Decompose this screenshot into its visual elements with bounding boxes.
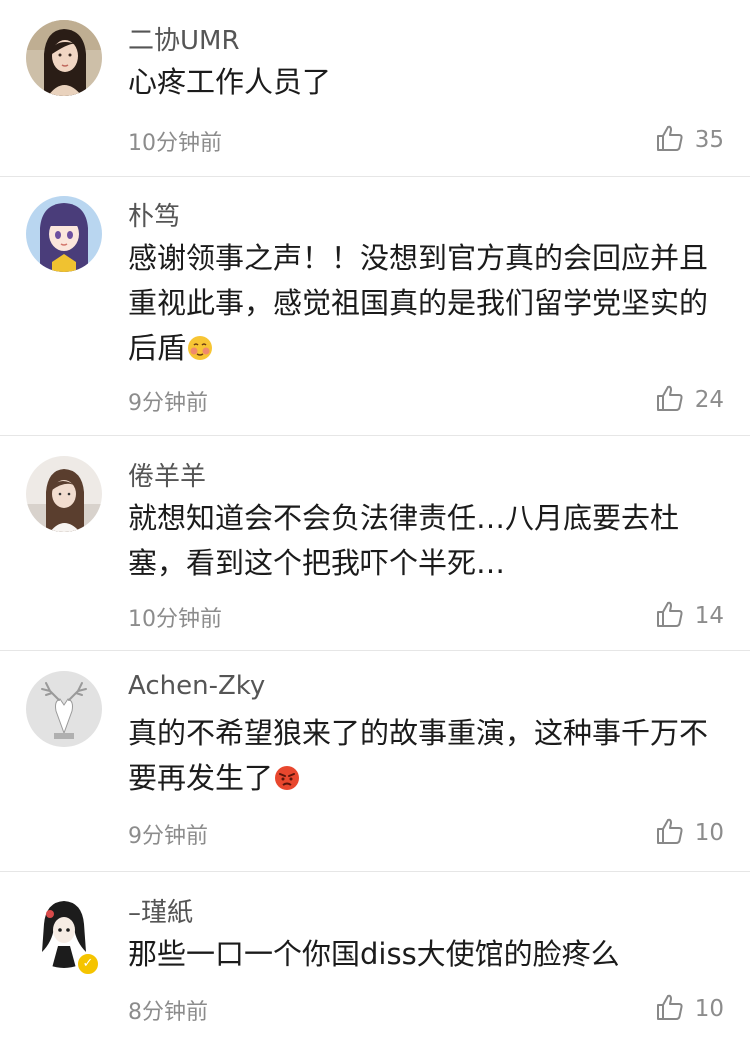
avatar[interactable]: [26, 196, 102, 272]
avatar[interactable]: [26, 456, 102, 532]
like-button[interactable]: 10: [655, 816, 724, 850]
comment-item: ✓ –瑾紙 那些一口一个你国diss大使馆的脸疼么 8分钟前 10: [0, 872, 750, 1048]
angry-emoji: [273, 760, 301, 805]
thumbs-up-icon: [655, 383, 685, 417]
comment-text-content: 感谢领事之声！！没想到官方真的会回应并且重视此事，感觉祖国真的是我们留学党坚实的…: [128, 241, 709, 365]
username[interactable]: 倦羊羊: [128, 456, 206, 493]
like-count: 10: [694, 820, 724, 846]
thumbs-up-icon: [655, 816, 685, 850]
like-count: 24: [694, 387, 724, 413]
timestamp: 10分钟前: [128, 607, 222, 632]
comment-text: 感谢领事之声！！没想到官方真的会回应并且重视此事，感觉祖国真的是我们留学党坚实的…: [128, 236, 728, 375]
timestamp: 9分钟前: [128, 391, 208, 416]
thumbs-up-icon: [655, 992, 685, 1026]
blush-emoji: [186, 330, 214, 375]
avatar[interactable]: [26, 20, 102, 96]
username[interactable]: 二协UMR: [128, 20, 240, 57]
comment-text-content: 那些一口一个你国diss大使馆的脸疼么: [128, 937, 620, 971]
comment-text: 真的不希望狼来了的故事重演，这种事千万不要再发生了: [128, 711, 728, 805]
comment-item: 二协UMR 心疼工作人员了 10分钟前 35: [0, 0, 750, 177]
like-button[interactable]: 10: [655, 992, 724, 1026]
comment-text-content: 就想知道会不会负法律责任…八月底要去杜塞，看到这个把我吓个半死…: [128, 501, 680, 580]
timestamp: 8分钟前: [128, 1000, 208, 1025]
like-count: 14: [694, 603, 724, 629]
username[interactable]: –瑾紙: [128, 892, 193, 929]
avatar[interactable]: [26, 671, 102, 747]
comment-item: 倦羊羊 就想知道会不会负法律责任…八月底要去杜塞，看到这个把我吓个半死… 10分…: [0, 436, 750, 651]
comment-item: 朴笃 感谢领事之声！！没想到官方真的会回应并且重视此事，感觉祖国真的是我们留学党…: [0, 177, 750, 436]
like-button[interactable]: 14: [655, 599, 724, 633]
thumbs-up-icon: [655, 123, 685, 157]
like-button[interactable]: 24: [655, 383, 724, 417]
comment-text: 就想知道会不会负法律责任…八月底要去杜塞，看到这个把我吓个半死…: [128, 496, 728, 586]
thumbs-up-icon: [655, 599, 685, 633]
timestamp: 9分钟前: [128, 824, 208, 849]
comment-text: 心疼工作人员了: [128, 60, 728, 105]
like-button[interactable]: 35: [655, 123, 724, 157]
comment-text-content: 真的不希望狼来了的故事重演，这种事千万不要再发生了: [128, 716, 709, 795]
verified-badge-icon: ✓: [76, 952, 100, 976]
comment-text: 那些一口一个你国diss大使馆的脸疼么: [128, 932, 728, 977]
like-count: 35: [694, 127, 724, 153]
comment-text-content: 心疼工作人员了: [128, 65, 332, 99]
username[interactable]: 朴笃: [128, 196, 180, 233]
comment-item: Achen-Zky 真的不希望狼来了的故事重演，这种事千万不要再发生了 9分钟前…: [0, 651, 750, 872]
comment-feed: 二协UMR 心疼工作人员了 10分钟前 35 朴笃 感谢领事之声！！没想到官方真…: [0, 0, 750, 1048]
like-count: 10: [694, 996, 724, 1022]
username[interactable]: Achen-Zky: [128, 671, 265, 701]
timestamp: 10分钟前: [128, 131, 222, 156]
